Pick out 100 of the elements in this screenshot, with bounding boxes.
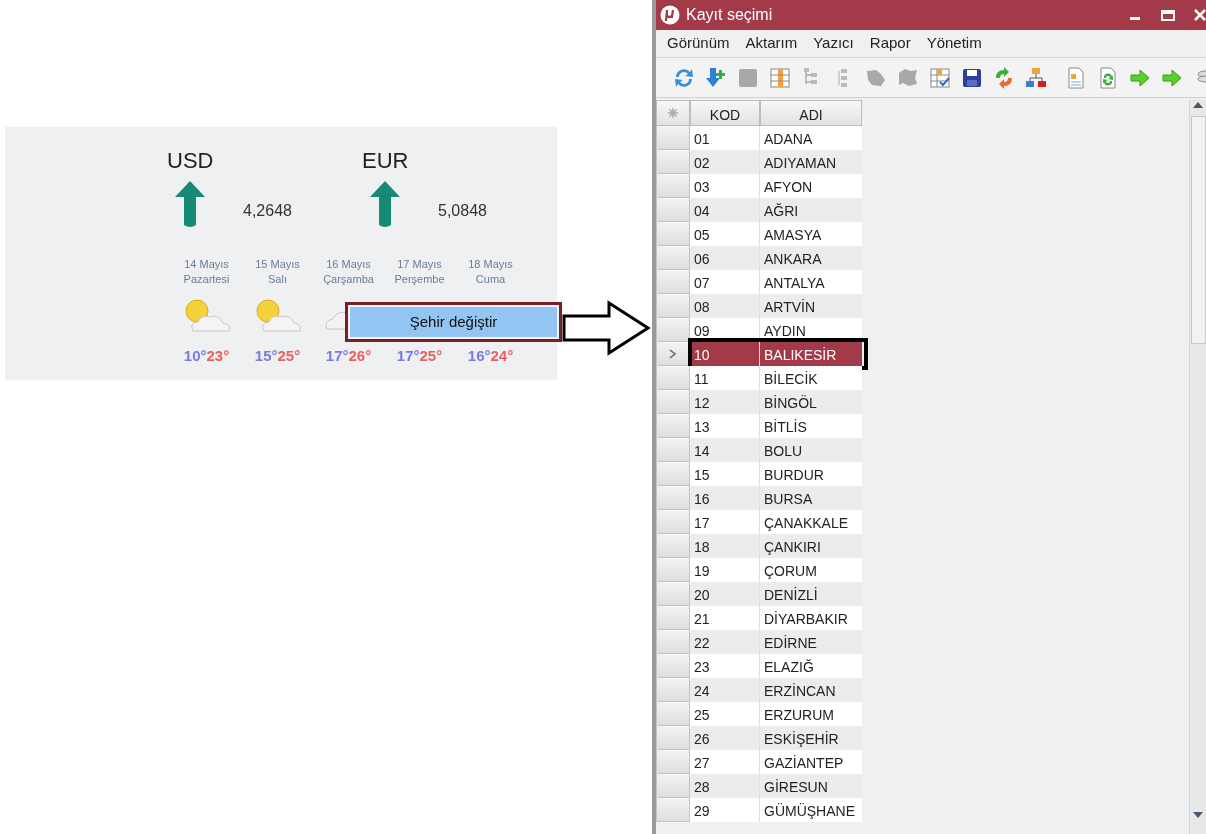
table-cell: 02 bbox=[690, 150, 760, 174]
menu-item[interactable]: Yönetim bbox=[918, 32, 990, 55]
table-row[interactable]: 18 ÇANKIRI bbox=[656, 534, 1189, 558]
table-cell: BURSA bbox=[760, 486, 862, 510]
table-cell: DİYARBAKIR bbox=[760, 606, 862, 630]
row-indicator[interactable] bbox=[656, 342, 690, 366]
table-row[interactable]: 26 ESKİŞEHİR bbox=[656, 726, 1189, 750]
column-header[interactable]: KOD bbox=[690, 100, 760, 126]
table-cell: DENİZLİ bbox=[760, 582, 862, 606]
table-row[interactable]: 16 BURSA bbox=[656, 486, 1189, 510]
table-row[interactable]: 28 GİRESUN bbox=[656, 774, 1189, 798]
table-row[interactable]: 19 ÇORUM bbox=[656, 558, 1189, 582]
forecast-date: 15 Mayıs bbox=[255, 257, 300, 272]
table-row[interactable]: 05 AMASYA bbox=[656, 222, 1189, 246]
table-row[interactable]: 27 GAZİANTEP bbox=[656, 750, 1189, 774]
menu-item[interactable]: Görünüm bbox=[659, 32, 738, 55]
table-row[interactable]: 24 ERZİNCAN bbox=[656, 678, 1189, 702]
table-cell: 24 bbox=[690, 678, 760, 702]
forecast-weekday: Çarşamba bbox=[323, 272, 374, 287]
table-row[interactable]: 02 ADIYAMAN bbox=[656, 150, 1189, 174]
table-cell: ARTVİN bbox=[760, 294, 862, 318]
table-cell: 06 bbox=[690, 246, 760, 270]
table-row[interactable]: 12 BİNGÖL bbox=[656, 390, 1189, 414]
table-cell: 25 bbox=[690, 702, 760, 726]
column-header[interactable]: ADI bbox=[760, 100, 862, 126]
table-icon[interactable] bbox=[768, 65, 792, 90]
table-row[interactable]: 17 ÇANAKKALE bbox=[656, 510, 1189, 534]
table-cell: 21 bbox=[690, 606, 760, 630]
table-row[interactable]: 13 BİTLİS bbox=[656, 414, 1189, 438]
forecast-date: 16 Mayıs bbox=[326, 257, 371, 272]
high-temperature: 25° bbox=[277, 346, 301, 366]
menu-item[interactable]: Şehir değiştir bbox=[350, 307, 557, 337]
table-cell: 05 bbox=[690, 222, 760, 246]
maximize-icon[interactable] bbox=[1160, 8, 1176, 22]
table-cell: BURDUR bbox=[760, 462, 862, 486]
forecast-date: 17 Mayıs bbox=[397, 257, 442, 272]
menu-item[interactable]: Aktarım bbox=[737, 32, 806, 55]
table-row[interactable]: 29 GÜMÜŞHANE bbox=[656, 798, 1189, 822]
table-cell: AFYON bbox=[760, 174, 862, 198]
hierarchy-icon[interactable] bbox=[1024, 65, 1048, 90]
table-row[interactable]: 21 DİYARBAKIR bbox=[656, 606, 1189, 630]
table-cell: 11 bbox=[690, 366, 760, 390]
table-row[interactable]: 07 ANTALYA bbox=[656, 270, 1189, 294]
table-cell: 26 bbox=[690, 726, 760, 750]
table-cell: ELAZIĞ bbox=[760, 654, 862, 678]
table-row[interactable]: 25 ERZURUM bbox=[656, 702, 1189, 726]
scrollbar[interactable] bbox=[1189, 100, 1206, 834]
table-cell: GAZİANTEP bbox=[760, 750, 862, 774]
checklist-icon[interactable] bbox=[928, 65, 952, 90]
low-temperature: 17° bbox=[396, 346, 420, 366]
low-temperature: 17° bbox=[325, 346, 349, 366]
table-cell: ÇANAKKALE bbox=[760, 510, 862, 534]
table-cell: 28 bbox=[690, 774, 760, 798]
scroll-down-icon[interactable] bbox=[1192, 810, 1204, 820]
table-row[interactable]: 01 ADANA bbox=[656, 126, 1189, 150]
table-cell: BİLECİK bbox=[760, 366, 862, 390]
table-cell: ANTALYA bbox=[760, 270, 862, 294]
table-cell: 14 bbox=[690, 438, 760, 462]
table-cell: 07 bbox=[690, 270, 760, 294]
table-cell: 19 bbox=[690, 558, 760, 582]
table-cell: ÇANKIRI bbox=[760, 534, 862, 558]
table-cell: 22 bbox=[690, 630, 760, 654]
table-cell: 04 bbox=[690, 198, 760, 222]
window-title: Kayıt seçimi bbox=[686, 5, 773, 25]
table-row[interactable]: 11 BİLECİK bbox=[656, 366, 1189, 390]
table-row[interactable]: 03 AFYON bbox=[656, 174, 1189, 198]
table-cell: 29 bbox=[690, 798, 760, 822]
table-row[interactable]: 06 ANKARA bbox=[656, 246, 1189, 270]
high-temperature: 26° bbox=[348, 346, 372, 366]
forecast-weekday: Perşembe bbox=[394, 272, 445, 287]
table-cell: 16 bbox=[690, 486, 760, 510]
close-icon[interactable] bbox=[1194, 8, 1206, 22]
table-cell: 03 bbox=[690, 174, 760, 198]
table-row[interactable]: 09 AYDIN bbox=[656, 318, 1189, 342]
forecast-weekday: Pazartesi bbox=[183, 272, 230, 287]
table-cell: BİTLİS bbox=[760, 414, 862, 438]
scrollbar-thumb[interactable] bbox=[1191, 116, 1206, 344]
table-cell: 23 bbox=[690, 654, 760, 678]
table-row[interactable]: 15 BURDUR bbox=[656, 462, 1189, 486]
table-cell: GİRESUN bbox=[760, 774, 862, 798]
table-row[interactable]: 14 BOLU bbox=[656, 438, 1189, 462]
table-row[interactable]: 04 AĞRI bbox=[656, 198, 1189, 222]
table-row[interactable]: 20 DENİZLİ bbox=[656, 582, 1189, 606]
table-row[interactable]: 23 ELAZIĞ bbox=[656, 654, 1189, 678]
asterisk-icon bbox=[668, 108, 678, 118]
table-cell: ÇORUM bbox=[760, 558, 862, 582]
table-row[interactable]: 08 ARTVİN bbox=[656, 294, 1189, 318]
table-cell: 18 bbox=[690, 534, 760, 558]
menu-item[interactable]: Rapor bbox=[861, 32, 919, 55]
exchange-rate: 4,2648 bbox=[243, 201, 292, 221]
selected-row[interactable]: 10 BALIKESİR bbox=[656, 342, 1189, 366]
scroll-up-icon[interactable] bbox=[1192, 100, 1204, 110]
forecast-weekday: Cuma bbox=[475, 272, 506, 287]
high-temperature: 24° bbox=[490, 346, 514, 366]
exchange-rate: 5,0848 bbox=[438, 201, 487, 221]
table-row[interactable]: 22 EDİRNE bbox=[656, 630, 1189, 654]
menu-item[interactable]: Yazıcı bbox=[805, 32, 862, 55]
table-cell: 01 bbox=[690, 126, 760, 150]
low-temperature: 16° bbox=[467, 346, 491, 366]
table-cell: EDİRNE bbox=[760, 630, 862, 654]
